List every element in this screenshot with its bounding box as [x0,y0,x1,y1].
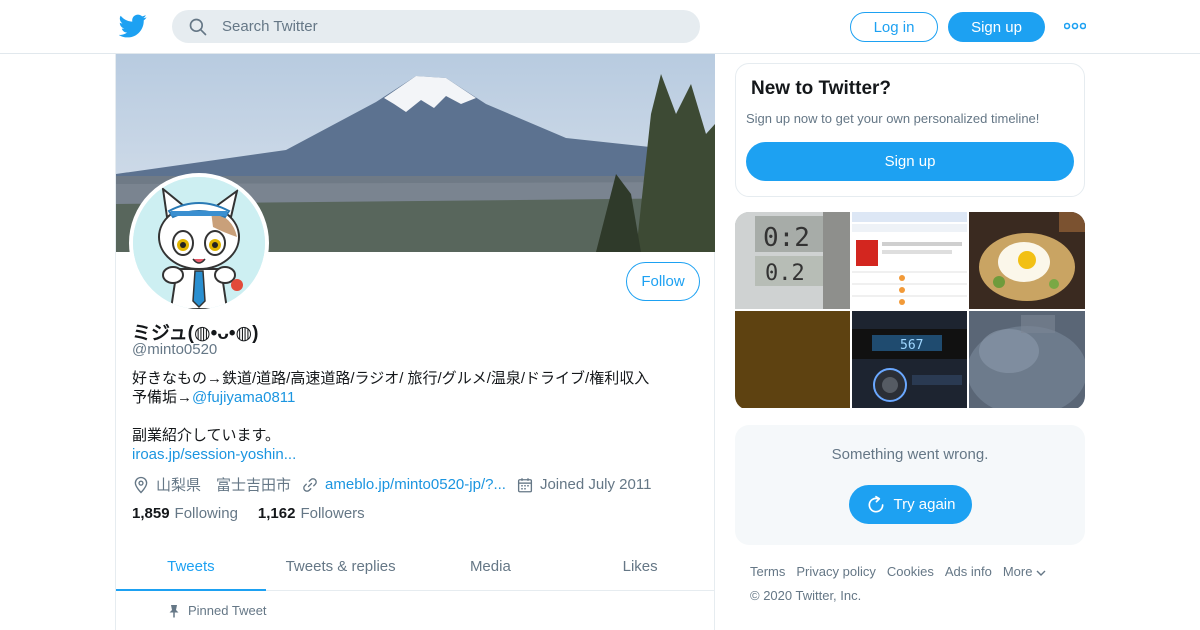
copyright-text: © 2020 Twitter, Inc. [750,588,862,603]
new-to-twitter-text: Sign up now to get your own personalized… [746,111,1040,126]
media-thumbnail[interactable]: 0:2 0.2 [735,212,850,309]
profile-joined: Joined July 2011 [516,476,651,494]
bio-line: 好きなもの→鉄道/道路/高速道路/ラジオ/ 旅行/グルメ/温泉/ドライブ/権利収… [132,370,650,387]
refresh-icon [868,495,884,513]
try-again-button[interactable]: Try again [849,485,972,524]
pinned-tweet-label: Pinned Tweet [168,603,267,618]
svg-text:567: 567 [900,338,923,353]
profile-meta: 山梨県 富士吉田市 ameblo.jp/minto0520-jp/?... Jo… [132,474,661,495]
tab-tweets-and-replies[interactable]: Tweets & replies [266,543,416,590]
search-icon [189,18,207,35]
profile-location: 山梨県 富士吉田市 [132,474,291,495]
bio-text: 予備垢→ [132,389,193,406]
svg-text:0.2: 0.2 [765,261,805,286]
following-count: 1,859 [132,505,170,522]
media-photo-grid: 0:2 0.2 567 [735,212,1085,410]
followers-stat[interactable]: 1,162 Followers [258,505,365,522]
location-pin-icon [134,476,148,493]
calendar-icon [517,477,533,492]
footer-link-cookies[interactable]: Cookies [887,564,934,579]
profile-column: Follow ミジュ(◍•ᴗ•◍) @minto0520 好きなもの→鉄道/道路… [115,54,715,630]
search-input[interactable] [222,18,662,35]
twitter-bird-logo-icon[interactable] [119,12,147,40]
footer-links: Terms Privacy policy Cookies Ads info Mo… [750,564,1080,579]
footer-more-menu[interactable]: More [1003,564,1048,579]
bio-line: 予備垢→@fujiyama0811 [132,388,692,407]
following-label: Following [174,505,238,522]
bio-mention-link[interactable]: @fujiyama0811 [192,389,295,406]
media-thumbnail[interactable] [969,311,1085,408]
website-link[interactable]: ameblo.jp/minto0520-jp/?... [325,476,506,493]
tab-likes[interactable]: Likes [565,543,715,590]
follow-button[interactable]: Follow [626,262,700,301]
tab-tweets[interactable]: Tweets [116,543,266,591]
new-to-twitter-card: New to Twitter? Sign up now to get your … [735,63,1085,197]
profile-stats: 1,859 Following 1,162 Followers [132,505,385,522]
bio-line: 副業紹介しています。 [132,427,281,444]
bio-url-link[interactable]: iroas.jp/session-yoshin... [132,446,296,463]
more-options-icon[interactable] [1064,20,1086,32]
error-card: Something went wrong. Try again [735,425,1085,545]
top-navigation-bar: Log in Sign up [0,0,1200,54]
new-to-twitter-title: New to Twitter? [751,78,892,99]
media-thumbnail[interactable] [969,212,1085,309]
link-icon [303,477,317,492]
chevron-down-icon [1036,570,1046,576]
profile-bio: 好きなもの→鉄道/道路/高速道路/ラジオ/ 旅行/グルメ/温泉/ドライブ/権利収… [132,369,692,464]
followers-label: Followers [300,505,365,522]
following-stat[interactable]: 1,859 Following [132,505,238,522]
footer-link-terms[interactable]: Terms [750,564,785,579]
footer-link-ads-info[interactable]: Ads info [945,564,992,579]
joined-text: Joined July 2011 [539,476,652,493]
footer-link-more: More [1002,564,1033,579]
error-message: Something went wrong. [831,446,989,463]
login-button[interactable]: Log in [850,12,938,42]
search-bar[interactable] [172,10,700,43]
media-thumbnail[interactable]: 567 [852,311,967,408]
try-again-label: Try again [893,496,956,513]
profile-handle: @minto0520 [132,341,218,358]
profile-tabs: Tweets Tweets & replies Media Likes [116,543,715,591]
followers-count: 1,162 [257,505,296,522]
pin-icon [169,604,179,617]
media-thumbnail[interactable] [852,212,967,309]
svg-text:0:2: 0:2 [763,223,810,253]
footer-link-privacy[interactable]: Privacy policy [796,564,875,579]
location-text: 山梨県 富士吉田市 [156,477,292,494]
footer: Terms Privacy policy Cookies Ads info Mo… [750,564,1080,603]
profile-avatar[interactable] [129,173,269,313]
profile-website[interactable]: ameblo.jp/minto0520-jp/?... [301,476,506,494]
pinned-text: Pinned Tweet [188,603,267,618]
tab-media[interactable]: Media [416,543,566,590]
sidebar-signup-button[interactable]: Sign up [746,142,1074,181]
cat-mascot-avatar-image [133,177,265,309]
media-thumbnail[interactable] [735,311,850,408]
signup-button[interactable]: Sign up [948,12,1045,42]
